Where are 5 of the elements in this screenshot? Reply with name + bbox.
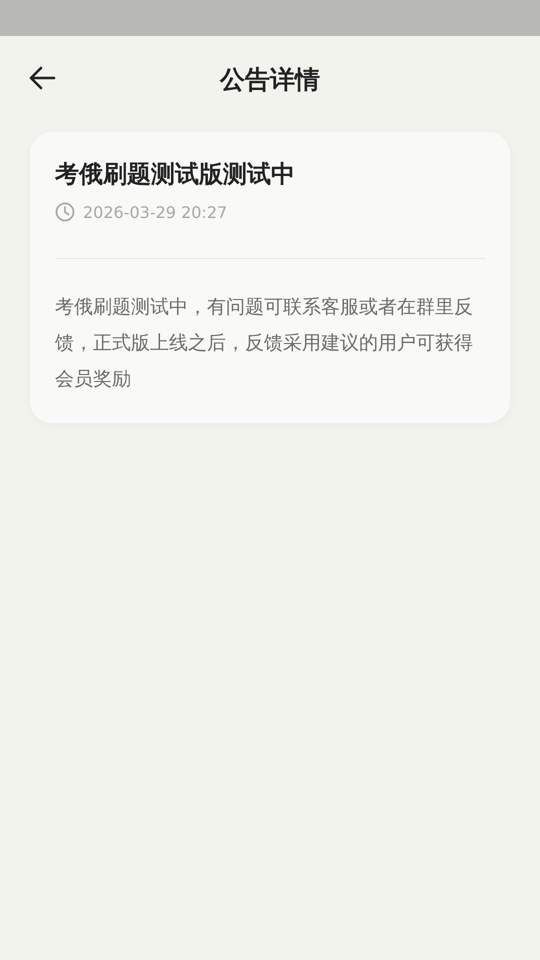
announcement-title: 考俄刷题测试版测试中	[55, 159, 296, 190]
announcement-body: 考俄刷题测试中，有问题可联系客服或者在群里反馈，正式版上线之后，反馈采用建议的用户可获得会员奖励	[55, 295, 474, 392]
publish-time: 2026-03-29 20:27	[83, 202, 228, 222]
page-title: 公告详情	[220, 64, 320, 96]
clock-icon	[55, 202, 75, 222]
